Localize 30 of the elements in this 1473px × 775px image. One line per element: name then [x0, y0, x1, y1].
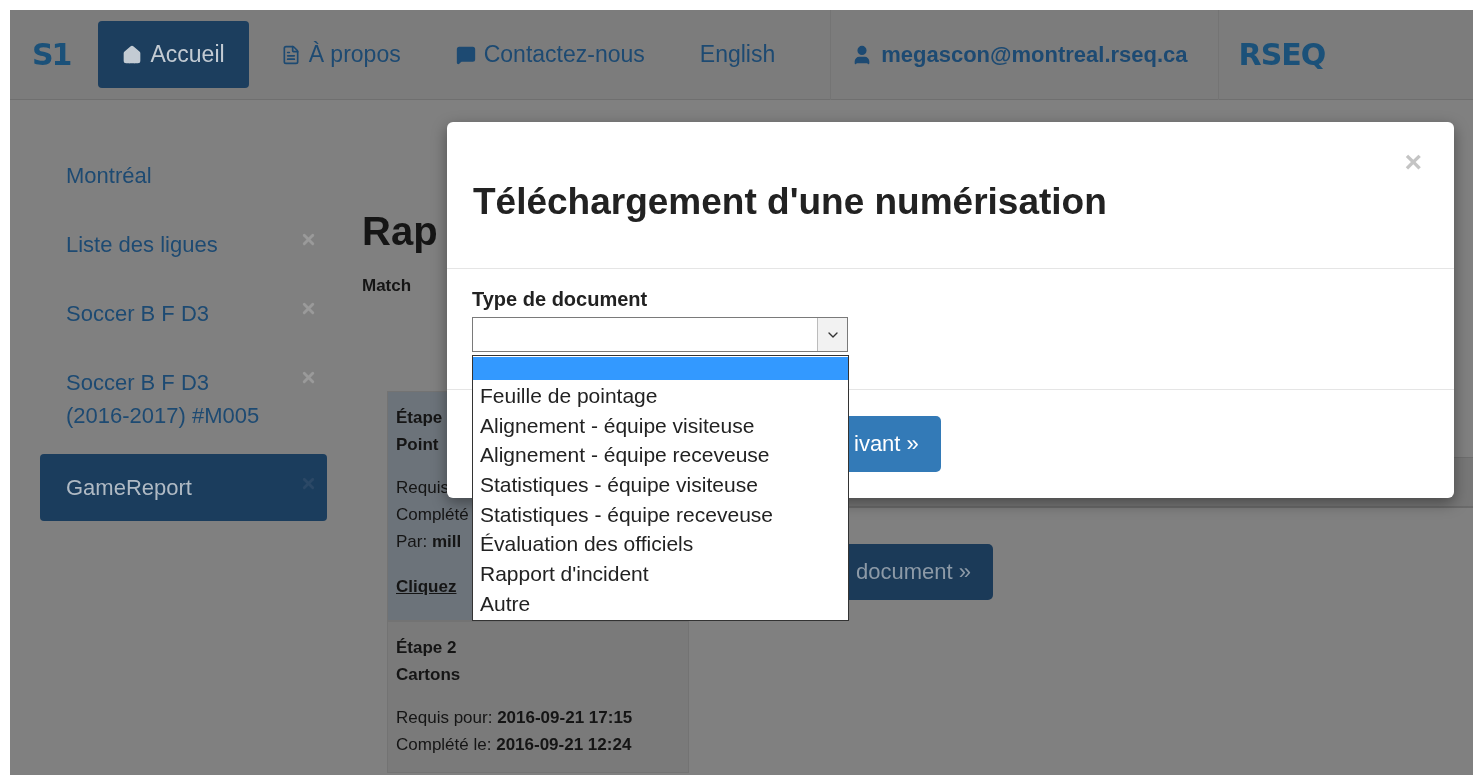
step-detail: Requis pour: 2016-09-21 17:15: [396, 707, 633, 729]
dropdown-option[interactable]: [473, 357, 848, 380]
step-link[interactable]: Cliquez: [396, 573, 457, 600]
step-detail: Complété: [396, 504, 469, 526]
nav-link[interactable]: Accueil: [98, 21, 249, 88]
step-heading: Étape 2: [396, 637, 457, 659]
user-link[interactable]: megascon@montreal.rseq.ca: [830, 9, 1219, 100]
step-heading: Étape: [396, 407, 443, 429]
nav-link[interactable]: English: [699, 21, 776, 88]
step-detail: Par: mill: [396, 531, 462, 553]
nav-link[interactable]: Contactez-nous: [455, 21, 645, 88]
field-label: Type de document: [472, 288, 649, 311]
nav-link[interactable]: À propos: [280, 21, 401, 88]
select-field[interactable]: [472, 317, 848, 352]
step-name: Cartons: [396, 664, 461, 686]
close-icon[interactable]: [300, 369, 317, 386]
close-icon[interactable]: [300, 300, 317, 317]
home-icon: [122, 44, 143, 65]
sidebar-item[interactable]: Soccer B F D3 (2016-2017) #M005: [40, 348, 327, 450]
comment-icon: [455, 44, 476, 65]
step-name: Point: [396, 434, 439, 456]
match-label: Match: [362, 276, 413, 296]
sidebar-item[interactable]: Liste des ligues: [40, 210, 327, 279]
step-detail: Complété le: 2016-09-21 12:24: [396, 734, 632, 756]
page-title: Rap: [362, 208, 439, 254]
close-icon[interactable]: [300, 231, 317, 248]
sidebar-item[interactable]: Montréal: [40, 141, 327, 210]
modal-title: Téléchargement d'une numérisation: [473, 181, 1107, 223]
sidebar-item[interactable]: Soccer B F D3: [40, 279, 327, 348]
sidebar-item[interactable]: GameReport: [40, 454, 327, 521]
